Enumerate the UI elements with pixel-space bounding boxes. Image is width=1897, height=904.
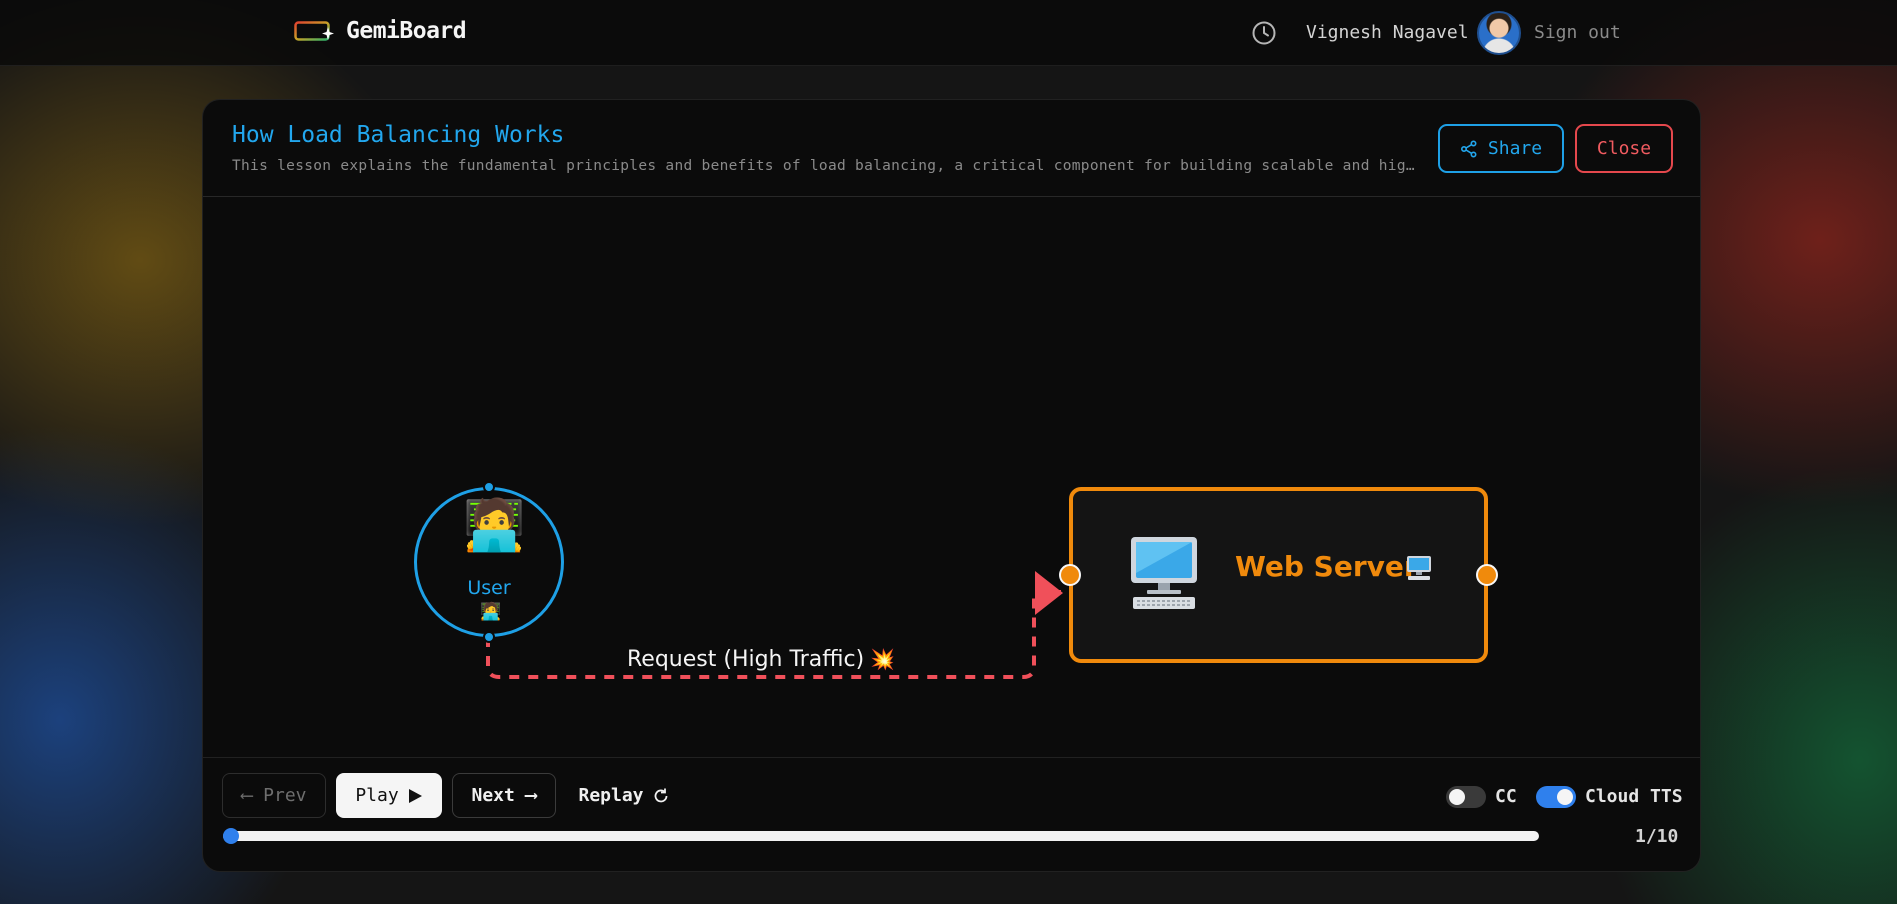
top-navbar: GemiBoard Vignesh Nagavel Sign out <box>0 0 1897 66</box>
brand-name: GemiBoard <box>346 18 467 44</box>
next-button[interactable]: Next ⟶ <box>452 773 556 818</box>
share-icon <box>1460 139 1477 158</box>
avatar[interactable] <box>1477 11 1521 55</box>
play-icon <box>408 788 422 803</box>
cc-toggle-knob <box>1449 789 1465 805</box>
playback-controls: ⟵ Prev Play Next ⟶ Replay CC Cloud TTS 1… <box>203 757 1700 871</box>
replay-icon <box>654 788 667 802</box>
lesson-header: How Load Balancing Works This lesson exp… <box>203 100 1700 197</box>
edge-label: Request (High Traffic) 💥 <box>621 647 902 672</box>
user-icon: 🧑‍💻 <box>463 496 526 554</box>
close-label: Close <box>1596 138 1652 159</box>
progress-slider[interactable] <box>223 831 1539 841</box>
brand[interactable]: GemiBoard <box>294 18 467 44</box>
next-label: Next ⟶ <box>471 785 537 806</box>
gemini-logo-icon <box>294 20 334 42</box>
close-button[interactable]: Close <box>1575 124 1673 173</box>
user-bottom-handle[interactable] <box>483 631 495 643</box>
lesson-card: How Load Balancing Works This lesson exp… <box>202 99 1701 872</box>
sign-out-link[interactable]: Sign out <box>1534 22 1621 43</box>
lesson-description: This lesson explains the fundamental pri… <box>232 158 1422 174</box>
web-server-label: Web Server <box>1235 550 1418 583</box>
cloud-tts-toggle[interactable] <box>1536 786 1576 808</box>
replay-button[interactable]: Replay <box>566 773 682 818</box>
prev-button[interactable]: ⟵ Prev <box>222 773 326 818</box>
play-label: Play <box>355 785 399 806</box>
edge-layer <box>486 571 1063 679</box>
web-server-mini-icon <box>1405 554 1433 582</box>
tts-toggle-knob <box>1557 789 1573 805</box>
prev-label: ⟵ Prev <box>241 785 307 806</box>
user-top-handle[interactable] <box>483 481 495 493</box>
diagram-canvas[interactable]: 🧑‍💻 User 🧑‍💻 Web Server <box>203 197 1700 757</box>
cc-toggle[interactable] <box>1446 786 1486 808</box>
user-label: User <box>467 577 511 599</box>
progress-thumb[interactable] <box>223 828 239 844</box>
edge-label-text: Request (High Traffic) <box>627 647 865 672</box>
server-left-handle[interactable] <box>1059 564 1081 586</box>
cloud-tts-label: Cloud TTS <box>1585 786 1683 807</box>
history-clock-icon[interactable] <box>1251 20 1277 46</box>
play-button[interactable]: Play <box>336 773 442 818</box>
server-right-handle[interactable] <box>1476 564 1498 586</box>
share-label: Share <box>1487 138 1543 159</box>
desktop-computer-icon <box>1127 535 1201 611</box>
step-counter: 1/10 <box>1635 826 1679 847</box>
replay-label: Replay <box>578 785 644 806</box>
cc-label: CC <box>1495 786 1517 807</box>
user-mini-icon: 🧑‍💻 <box>480 602 502 622</box>
collision-icon: 💥 <box>870 647 896 671</box>
share-button[interactable]: Share <box>1438 124 1564 173</box>
user-name: Vignesh Nagavel <box>1306 22 1469 43</box>
lesson-title: How Load Balancing Works <box>232 122 565 148</box>
